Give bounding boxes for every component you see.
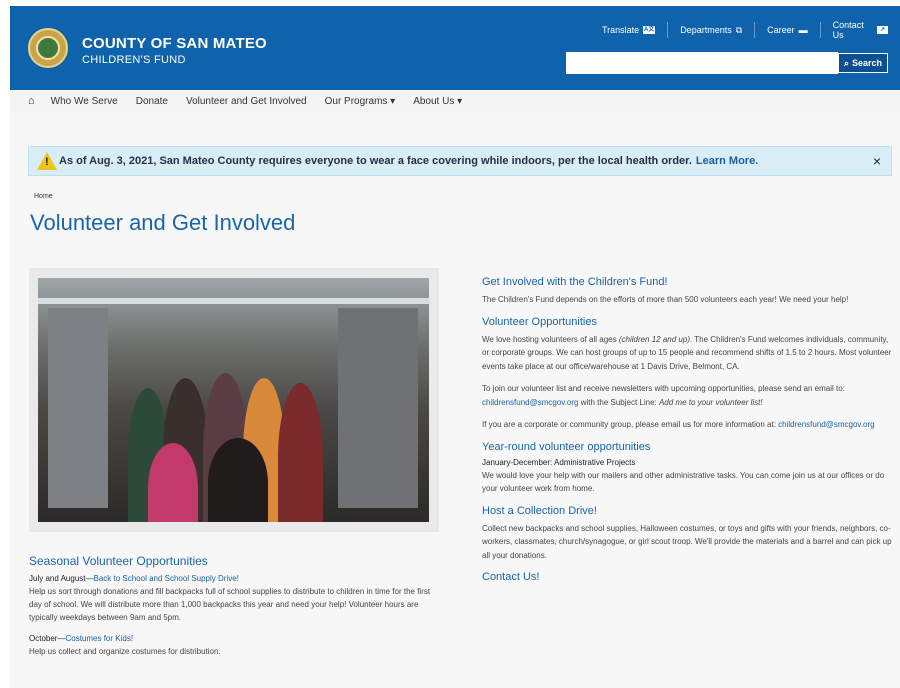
subject-line: Add me to your volunteer list! xyxy=(658,397,763,407)
get-involved-heading: Get Involved with the Children's Fund! xyxy=(482,276,668,288)
costumes-for-kids-link[interactable]: Costumes for Kids! xyxy=(65,634,133,643)
page-title: Volunteer and Get Involved xyxy=(30,210,296,235)
corporate-group-text: If you are a corporate or community grou… xyxy=(482,418,892,432)
volunteer-opps-heading: Volunteer Opportunities xyxy=(482,315,597,328)
health-order-alert: ! As of Aug. 3, 2021, San Mateo County r… xyxy=(28,146,892,176)
age-note: (children 12 and up) xyxy=(618,334,690,344)
briefcase-icon: ▬ xyxy=(798,25,808,35)
search-button-label: Search xyxy=(852,58,883,68)
costumes-text: Help us collect and organize costumes fo… xyxy=(29,647,221,656)
july-august-label: July and August— xyxy=(29,574,94,583)
contact-us-heading: Contact Us! xyxy=(482,571,540,583)
nav-about-us[interactable]: About Us ▾ xyxy=(413,96,462,107)
volunteer-opps-text: We love hosting volunteers of all ages (… xyxy=(482,333,892,374)
org-chart-icon: ⧉ xyxy=(735,24,743,35)
translate-label: Translate xyxy=(602,25,640,35)
join-list-text-b: with the Subject Line: xyxy=(578,397,659,407)
back-to-school-link[interactable]: Back to School and School Supply Drive! xyxy=(93,574,238,583)
nav-volunteer[interactable]: Volunteer and Get Involved xyxy=(186,96,307,107)
learn-more-link[interactable]: Learn More. xyxy=(696,155,758,167)
nav-donate[interactable]: Donate xyxy=(136,96,168,107)
collection-drive-text: Collect new backpacks and school supplie… xyxy=(482,523,892,560)
right-column: Get Involved with the Children's Fund! T… xyxy=(482,276,892,588)
career-label: Career xyxy=(767,25,795,35)
corporate-group-text-a: If you are a corporate or community grou… xyxy=(482,420,779,429)
volunteer-photo-frame xyxy=(29,268,439,532)
contact-us-label: Contact Us xyxy=(832,20,864,40)
departments-label: Departments xyxy=(680,25,732,35)
october-heading: October—Costumes for Kids! xyxy=(29,634,439,643)
volunteer-opps-text-a: We love hosting volunteers of all ages xyxy=(482,334,619,344)
search-icon: ⌕ xyxy=(843,57,849,68)
site-title[interactable]: COUNTY OF SAN MATEO xyxy=(82,35,267,52)
site-header: COUNTY OF SAN MATEO CHILDREN'S FUND Tran… xyxy=(10,6,900,90)
join-list-text: To join our volunteer list and receive n… xyxy=(482,382,892,409)
nav-who-we-serve[interactable]: Who We Serve xyxy=(51,96,118,107)
external-link-icon: ↗ xyxy=(877,26,888,34)
volunteer-group-photo xyxy=(38,278,429,522)
july-august-heading: July and August—Back to School and Schoo… xyxy=(29,574,439,583)
email-link-2[interactable]: childrensfund@smcgov.org xyxy=(778,420,874,429)
utility-links: Translate A文 Departments ⧉ Career ▬ Contact… xyxy=(590,20,900,40)
career-link[interactable]: Career ▬ xyxy=(754,22,820,38)
search-input[interactable] xyxy=(566,52,838,74)
seasonal-section: Seasonal Volunteer Opportunities July an… xyxy=(29,554,439,658)
email-link-1[interactable]: childrensfund@smcgov.org xyxy=(482,398,578,407)
year-round-text: We would love your help with our mailers… xyxy=(482,470,885,494)
search-button[interactable]: ⌕ Search xyxy=(838,53,888,73)
seasonal-heading: Seasonal Volunteer Opportunities xyxy=(29,554,208,568)
breadcrumb[interactable]: Home xyxy=(34,193,53,200)
year-round-heading: Year-round volunteer opportunities xyxy=(482,440,651,453)
translate-link[interactable]: Translate A文 xyxy=(590,22,667,38)
close-icon[interactable]: × xyxy=(873,153,881,169)
warning-icon: ! xyxy=(37,152,57,170)
departments-link[interactable]: Departments ⧉ xyxy=(667,22,754,38)
get-involved-text: The Children's Fund depends on the effor… xyxy=(482,295,849,304)
back-to-school-text: Help us sort through donations and fill … xyxy=(29,587,431,622)
home-icon[interactable]: ⌂ xyxy=(28,95,35,107)
october-label: October— xyxy=(29,634,66,643)
nav-our-programs[interactable]: Our Programs ▾ xyxy=(325,96,396,107)
alert-text: As of Aug. 3, 2021, San Mateo County req… xyxy=(59,155,692,167)
admin-projects-subheading: January-December: Administrative Project… xyxy=(482,457,636,467)
site-subtitle[interactable]: CHILDREN'S FUND xyxy=(82,54,186,66)
collection-drive-heading: Host a Collection Drive! xyxy=(482,504,597,517)
join-list-text-a: To join our volunteer list and receive n… xyxy=(482,384,845,393)
main-nav: ⌂ Who We Serve Donate Volunteer and Get … xyxy=(10,90,900,112)
county-seal-logo[interactable] xyxy=(28,28,68,68)
contact-us-link[interactable]: Contact Us ↗ xyxy=(819,20,900,40)
translate-icon: A文 xyxy=(643,26,656,34)
